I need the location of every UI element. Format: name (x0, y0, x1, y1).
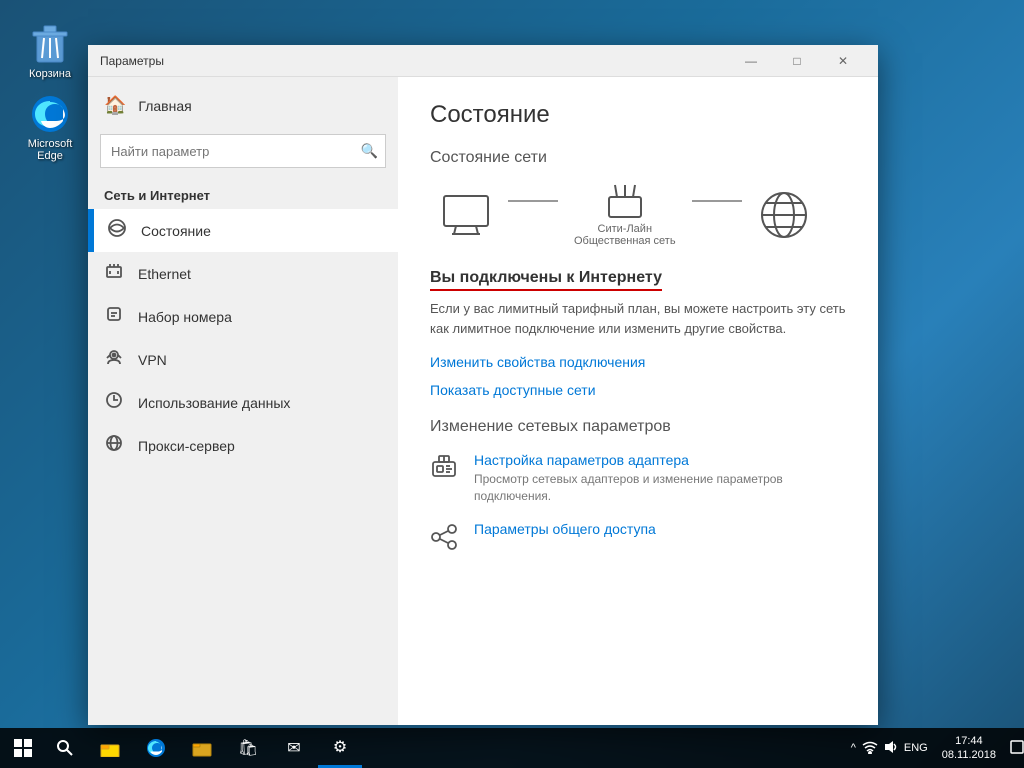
tray-chevron[interactable]: ^ (851, 742, 856, 754)
edge-icon-desktop[interactable]: Microsoft Edge (15, 90, 85, 166)
proxy-icon (104, 434, 124, 457)
edge-image (30, 94, 70, 134)
sidebar-item-proxy[interactable]: Прокси-сервер (88, 424, 398, 467)
home-label: Главная (138, 98, 191, 114)
sidebar-item-ethernet-label: Ethernet (138, 266, 191, 282)
recycle-bin-label: Корзина (29, 68, 71, 80)
tray-notification[interactable] (1010, 740, 1024, 757)
sharing-icon (430, 523, 458, 558)
show-networks-link[interactable]: Показать доступные сети (430, 382, 846, 398)
sidebar-item-status-label: Состояние (141, 223, 211, 239)
sidebar-item-proxy-label: Прокси-сервер (138, 438, 235, 454)
internet-device (758, 189, 810, 241)
edge-label: Microsoft Edge (28, 138, 73, 162)
window-controls: — □ ✕ (728, 45, 866, 77)
network-status-title: Состояние сети (430, 149, 846, 167)
close-button[interactable]: ✕ (820, 45, 866, 77)
ethernet-icon (104, 262, 124, 285)
vpn-icon (104, 348, 124, 371)
sidebar-item-dialup[interactable]: Набор номера (88, 295, 398, 338)
sidebar-item-status[interactable]: Состояние (88, 209, 398, 252)
taskbar-store[interactable]: 🛍 (226, 728, 270, 768)
status-icon (107, 219, 127, 242)
sharing-title[interactable]: Параметры общего доступа (474, 521, 846, 537)
tray-lang[interactable]: ENG (904, 742, 928, 754)
home-icon: 🏠 (104, 95, 126, 116)
clock-time: 17:44 (942, 734, 996, 748)
router-label: Сити-Лайн Общественная сеть (574, 223, 676, 247)
taskbar-settings[interactable]: ⚙ (318, 728, 362, 768)
sidebar-item-vpn-label: VPN (138, 352, 167, 368)
window-content: 🏠 Главная 🔍 Сеть и Интернет (88, 77, 878, 725)
start-button[interactable] (0, 728, 46, 768)
network-diagram: Сити-Лайн Общественная сеть (430, 183, 846, 247)
sidebar-item-ethernet[interactable]: Ethernet (88, 252, 398, 295)
adapter-title[interactable]: Настройка параметров адаптера (474, 452, 846, 468)
adapter-desc: Просмотр сетевых адаптеров и изменение п… (474, 471, 846, 505)
tray-volume[interactable] (884, 740, 898, 757)
recycle-bin-image (30, 24, 70, 64)
sidebar-home[interactable]: 🏠 Главная (88, 85, 398, 126)
tray-network[interactable] (862, 740, 878, 757)
sidebar-item-data-usage-label: Использование данных (138, 395, 290, 411)
connection-status: Вы подключены к Интернету (430, 269, 662, 291)
clock-date: 08.11.2018 (942, 748, 996, 762)
line1 (508, 200, 558, 202)
sidebar-search-input[interactable] (100, 134, 386, 168)
search-icon[interactable]: 🔍 (361, 143, 378, 160)
taskbar-search[interactable] (46, 728, 84, 768)
page-title: Состояние (430, 101, 846, 129)
change-settings-title: Изменение сетевых параметров (430, 418, 846, 436)
sidebar: 🏠 Главная 🔍 Сеть и Интернет (88, 77, 398, 725)
sidebar-section-title: Сеть и Интернет (88, 176, 398, 209)
sidebar-item-dialup-label: Набор номера (138, 309, 232, 325)
sidebar-item-vpn[interactable]: VPN (88, 338, 398, 381)
taskbar-folder[interactable] (180, 728, 224, 768)
data-usage-icon (104, 391, 124, 414)
line2 (692, 200, 742, 202)
connection-description: Если у вас лимитный тарифный план, вы мо… (430, 299, 846, 338)
sharing-content: Параметры общего доступа (474, 521, 846, 540)
sharing-settings-item: Параметры общего доступа (430, 521, 846, 558)
computer-device (440, 194, 492, 236)
adapter-content: Настройка параметров адаптера Просмотр с… (474, 452, 846, 505)
desktop: Корзина Microsoft Edge Параметры — □ ✕ (0, 0, 1024, 768)
maximize-button[interactable]: □ (774, 45, 820, 77)
taskbar-edge[interactable] (134, 728, 178, 768)
recycle-bin-icon[interactable]: Корзина (15, 20, 85, 84)
main-content: Состояние Состояние сети (398, 77, 878, 725)
taskbar-tray: ^ ENG 17:44 08.11.2018 (851, 734, 1024, 763)
taskbar-clock[interactable]: 17:44 08.11.2018 (934, 734, 1004, 763)
sidebar-search-container: 🔍 (100, 134, 386, 168)
window-title: Параметры (100, 54, 164, 68)
adapter-settings-item: Настройка параметров адаптера Просмотр с… (430, 452, 846, 505)
change-properties-link[interactable]: Изменить свойства подключения (430, 354, 846, 370)
taskbar-items: 🛍 ✉ ⚙ (84, 728, 851, 768)
taskbar: 🛍 ✉ ⚙ ^ ENG 17 (0, 728, 1024, 768)
sidebar-item-data-usage[interactable]: Использование данных (88, 381, 398, 424)
router-device: Сити-Лайн Общественная сеть (574, 183, 676, 247)
dialup-icon (104, 305, 124, 328)
taskbar-mail[interactable]: ✉ (272, 728, 316, 768)
minimize-button[interactable]: — (728, 45, 774, 77)
settings-window: Параметры — □ ✕ 🏠 Главная 🔍 (88, 45, 878, 725)
taskbar-file-explorer[interactable] (88, 728, 132, 768)
adapter-icon (430, 454, 458, 489)
title-bar: Параметры — □ ✕ (88, 45, 878, 77)
